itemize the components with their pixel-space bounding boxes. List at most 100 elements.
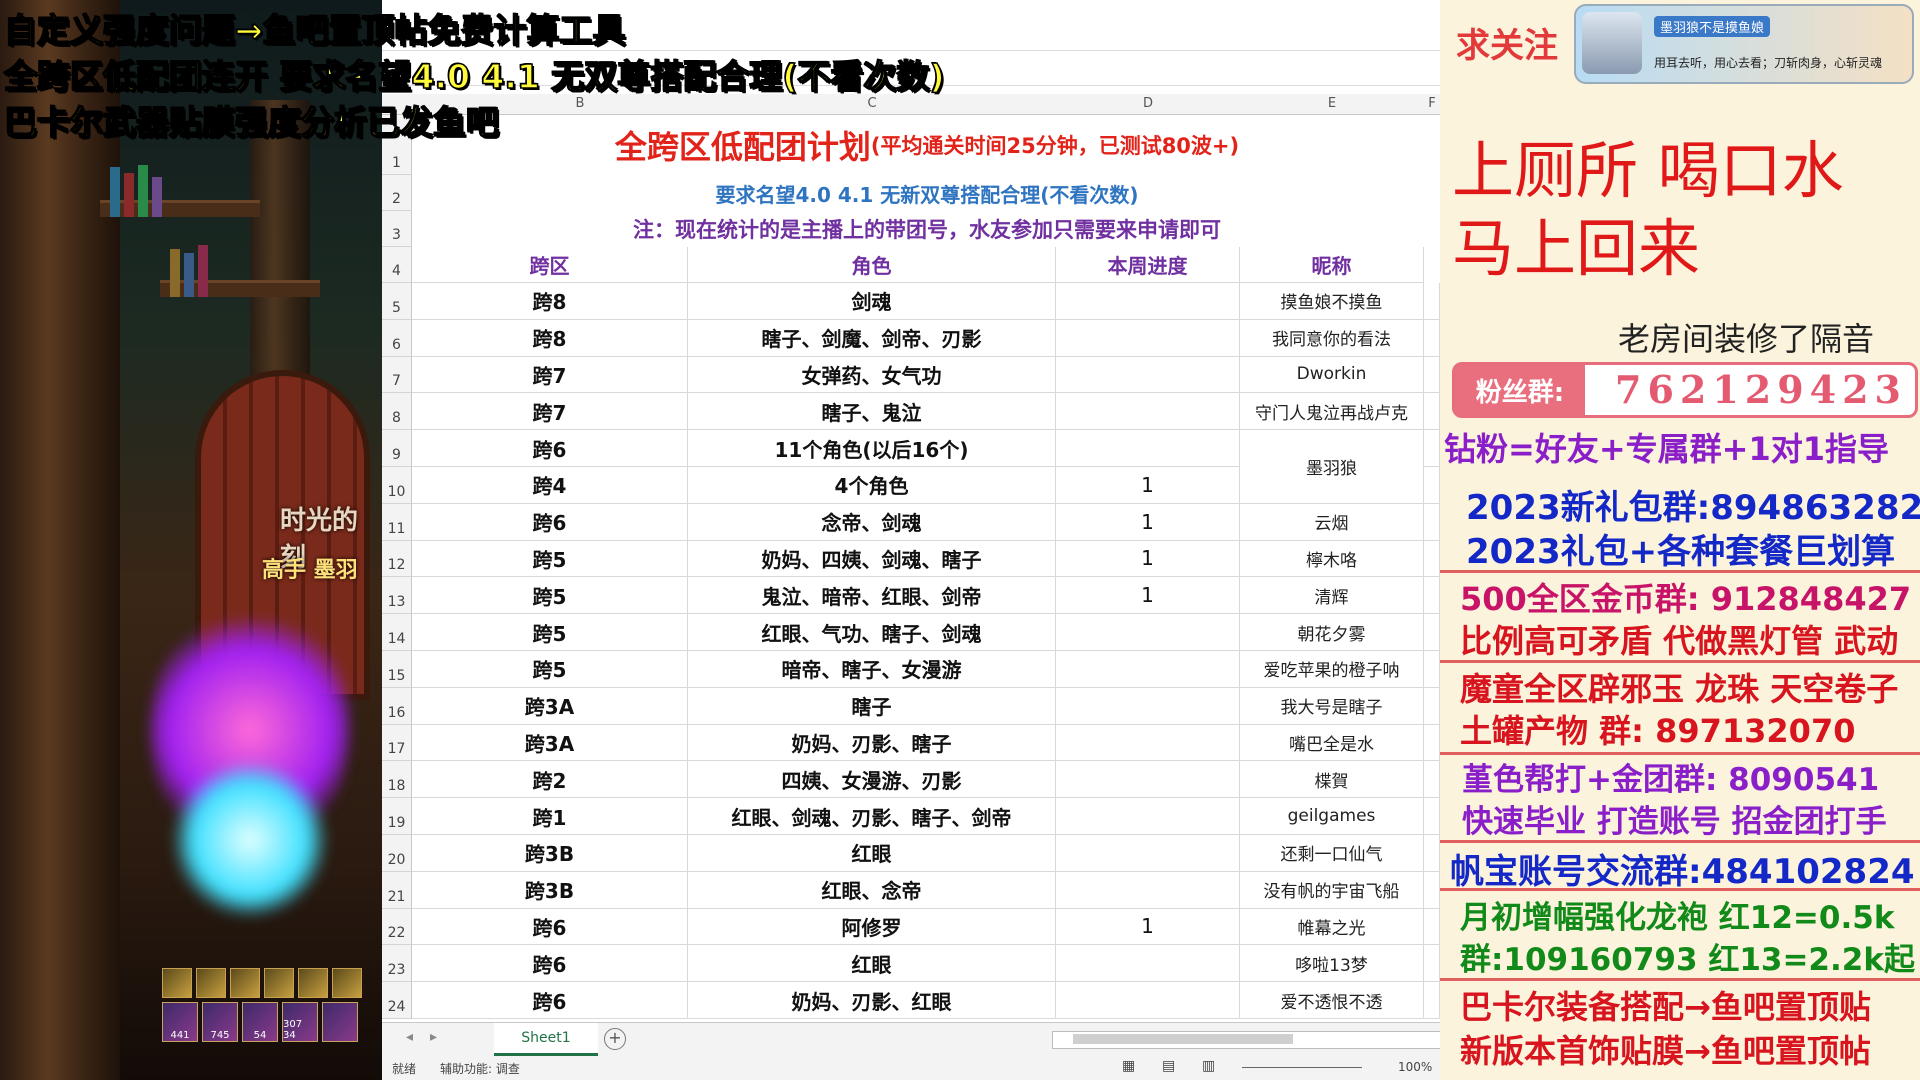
skill-slot[interactable]: 441 — [162, 1002, 198, 1042]
header-nickname[interactable]: 昵称 — [1240, 247, 1424, 283]
cell-zone[interactable]: 跨5 — [412, 651, 688, 688]
quick-slot[interactable] — [298, 968, 328, 998]
cell-progress[interactable]: 1 — [1056, 540, 1240, 578]
cell-nickname[interactable]: 哆啦13梦 — [1240, 945, 1424, 983]
cell-zone[interactable]: 跨7 — [412, 393, 688, 431]
cell-nickname[interactable]: 爱吃苹果的橙子呐 — [1240, 651, 1424, 688]
cell-role[interactable]: 瞎子 — [688, 687, 1056, 725]
page-layout-icon[interactable]: ▤ — [1162, 1058, 1175, 1074]
sheet-title-cell[interactable]: 全跨区低配团计划 (平均通关时间25分钟，已测试80波+) — [412, 115, 1440, 175]
cell-progress[interactable] — [1056, 798, 1240, 835]
row-header[interactable]: 8 — [382, 393, 412, 431]
sheet-note[interactable]: 注：现在统计的是主播上的带团号，水友参加只需要来申请即可 — [412, 211, 1440, 247]
cell-f[interactable] — [1424, 319, 1440, 357]
cell-progress[interactable]: 1 — [1056, 908, 1240, 946]
cell-role[interactable]: 奶妈、刃影、红眼 — [688, 982, 1056, 1019]
cell-zone[interactable]: 跨8 — [412, 319, 688, 357]
quick-slot[interactable] — [264, 968, 294, 998]
cell-progress[interactable] — [1056, 356, 1240, 394]
sheet-subtitle[interactable]: 要求名望4.0 4.1 无新双尊搭配合理(不看次数) — [412, 175, 1440, 211]
cell-nickname[interactable]: 我大号是瞎子 — [1240, 687, 1424, 725]
row-header[interactable]: 18 — [382, 761, 412, 799]
cell-zone[interactable]: 跨6 — [412, 908, 688, 946]
skill-slot[interactable]: 745 — [202, 1002, 238, 1042]
quick-slot[interactable] — [196, 968, 226, 998]
cell-f[interactable] — [1424, 724, 1440, 762]
row-header[interactable]: 3 — [382, 211, 412, 247]
cell-role[interactable]: 四姨、女漫游、刃影 — [688, 761, 1056, 799]
skill-slot[interactable]: 54 — [242, 1002, 278, 1042]
cell-f[interactable] — [1424, 283, 1440, 320]
cell-progress[interactable] — [1056, 761, 1240, 799]
cell-f[interactable] — [1424, 871, 1440, 909]
scrollbar-thumb[interactable] — [1073, 1034, 1293, 1044]
cell-role[interactable]: 红眼 — [688, 835, 1056, 872]
horizontal-scrollbar[interactable] — [1052, 1031, 1440, 1049]
cell-progress[interactable] — [1056, 687, 1240, 725]
cell-zone[interactable]: 跨5 — [412, 614, 688, 651]
cell-nickname[interactable]: 守门人鬼泣再战卢克 — [1240, 393, 1424, 431]
cell-progress[interactable] — [1056, 651, 1240, 688]
cell-progress[interactable] — [1056, 393, 1240, 431]
normal-view-icon[interactable]: ▦ — [1122, 1058, 1135, 1074]
cell-zone[interactable]: 跨6 — [412, 503, 688, 541]
cell-nickname[interactable]: 爱不透恨不透 — [1240, 982, 1424, 1019]
cell-zone[interactable]: 跨6 — [412, 430, 688, 467]
cell-progress[interactable]: 1 — [1056, 503, 1240, 541]
cell-role[interactable]: 奶妈、刃影、瞎子 — [688, 724, 1056, 762]
cell-zone[interactable]: 跨1 — [412, 798, 688, 835]
cell-nickname-merged[interactable]: 墨羽狼 — [1240, 430, 1424, 504]
row-header[interactable]: 10 — [382, 467, 412, 504]
cell-zone[interactable]: 跨6 — [412, 982, 688, 1019]
row-header[interactable]: 9 — [382, 430, 412, 467]
row-header[interactable]: 16 — [382, 687, 412, 725]
row-header[interactable]: 12 — [382, 540, 412, 578]
column-header-e[interactable]: E — [1240, 94, 1425, 115]
cell-nickname[interactable]: 檸木咯 — [1240, 540, 1424, 578]
cell-role[interactable]: 红眼、念帝 — [688, 871, 1056, 909]
column-header-d[interactable]: D — [1056, 94, 1241, 115]
cell-f[interactable] — [1424, 835, 1440, 872]
quick-slot[interactable] — [230, 968, 260, 998]
cell-progress[interactable] — [1056, 283, 1240, 320]
cell-zone[interactable]: 跨6 — [412, 945, 688, 983]
cell-f[interactable] — [1424, 908, 1440, 946]
cell-f[interactable] — [1424, 540, 1440, 578]
row-header[interactable]: 2 — [382, 175, 412, 211]
cell-role[interactable]: 瞎子、鬼泣 — [688, 393, 1056, 431]
cell-role[interactable]: 奶妈、四姨、剑魂、瞎子 — [688, 540, 1056, 578]
row-header[interactable]: 14 — [382, 614, 412, 651]
cell-zone[interactable]: 跨2 — [412, 761, 688, 799]
cell-f[interactable] — [1424, 687, 1440, 725]
cell-zone[interactable]: 跨7 — [412, 356, 688, 394]
cell-nickname[interactable]: 楪賀 — [1240, 761, 1424, 799]
row-header[interactable]: 13 — [382, 577, 412, 615]
header-progress[interactable]: 本周进度 — [1056, 247, 1240, 283]
streamer-banner[interactable]: 墨羽狼不是摸鱼娘 用耳去听，用心去看；刀斩肉身，心斩灵魂 — [1574, 4, 1914, 84]
cell-f[interactable] — [1424, 430, 1440, 467]
row-header[interactable]: 19 — [382, 798, 412, 835]
cell-f[interactable] — [1424, 393, 1440, 431]
cell-f[interactable] — [1424, 761, 1440, 799]
cell-nickname[interactable]: 云烟 — [1240, 503, 1424, 541]
cell-role[interactable]: 4个角色 — [688, 467, 1056, 504]
cell-progress[interactable] — [1056, 724, 1240, 762]
row-header[interactable]: 22 — [382, 908, 412, 946]
cell-zone[interactable]: 跨5 — [412, 577, 688, 615]
cell-zone[interactable]: 跨8 — [412, 283, 688, 320]
cell-zone[interactable]: 跨3A — [412, 724, 688, 762]
row-header[interactable]: 15 — [382, 651, 412, 688]
row-header[interactable]: 5 — [382, 283, 412, 320]
cell-f[interactable] — [1424, 651, 1440, 688]
cell-role[interactable]: 红眼、剑魂、刃影、瞎子、剑帝 — [688, 798, 1056, 835]
cell-f[interactable] — [1424, 945, 1440, 983]
cell-progress[interactable]: 1 — [1056, 577, 1240, 615]
cell-zone[interactable]: 跨4 — [412, 467, 688, 504]
cell-nickname[interactable]: geilgames — [1240, 798, 1424, 835]
header-zone[interactable]: 跨区 — [412, 247, 688, 283]
skill-slot[interactable] — [322, 1002, 358, 1042]
tab-scroll-left-icon[interactable]: ◂ — [406, 1029, 413, 1045]
cell-nickname[interactable]: 没有帆的宇宙飞船 — [1240, 871, 1424, 909]
row-header[interactable]: 7 — [382, 356, 412, 394]
tab-sheet1[interactable]: Sheet1 — [494, 1023, 598, 1056]
